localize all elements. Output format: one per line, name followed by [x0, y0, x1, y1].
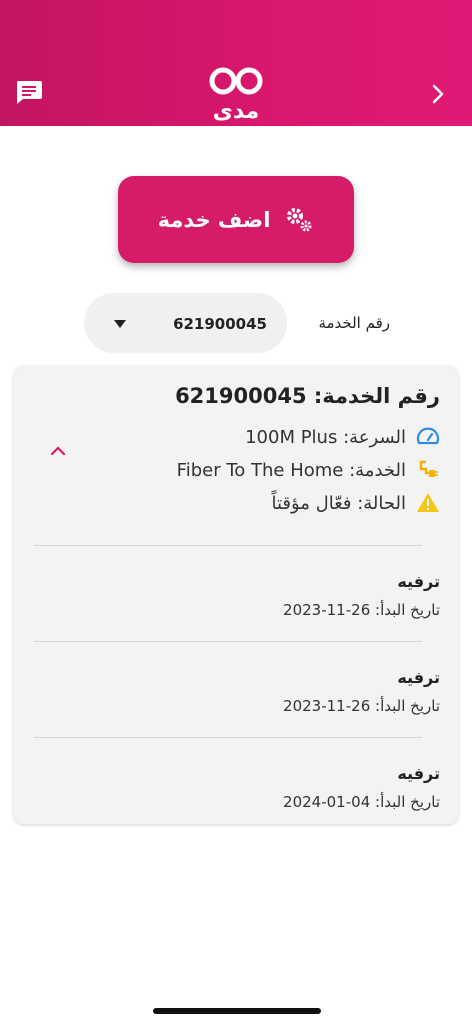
chevron-right-icon[interactable] — [426, 80, 450, 108]
divider — [34, 641, 422, 642]
warning-icon — [417, 493, 439, 512]
plan-item: ترفيه تاريخ البدأ: 04-01-2024 — [140, 764, 440, 811]
service-number-label: رقم الخدمة — [318, 314, 390, 332]
selected-service-number: 621900045 — [173, 315, 267, 333]
service-number-dropdown[interactable]: 621900045 — [84, 293, 287, 353]
app-header: مدى — [0, 0, 472, 126]
speed-text: السرعة: 100M Plus — [245, 426, 406, 448]
speedometer-icon — [416, 427, 440, 445]
plan-item: ترفيه تاريخ البدأ: 26-11-2023 — [140, 668, 440, 715]
plan-name: ترفيه — [397, 572, 440, 591]
add-service-button[interactable]: اضف خدمة — [118, 176, 354, 263]
status-text: الحالة: فعّال مؤقتاً — [271, 492, 406, 514]
service-type-row: الخدمة: Fiber To The Home — [177, 457, 440, 483]
service-card: رقم الخدمة: 621900045 السرعة: 100M Plus … — [14, 366, 458, 824]
plan-item: ترفيه تاريخ البدأ: 26-11-2023 — [140, 572, 440, 619]
service-type-text: الخدمة: Fiber To The Home — [176, 459, 406, 481]
gears-icon — [287, 207, 312, 231]
plug-icon — [419, 460, 438, 477]
home-indicator[interactable] — [153, 1008, 321, 1014]
chat-icon[interactable] — [14, 78, 44, 106]
plan-name: ترفيه — [397, 668, 440, 687]
chevron-up-icon[interactable] — [50, 444, 66, 456]
dropdown-arrow-icon — [114, 320, 126, 328]
card-title: رقم الخدمة: 621900045 — [175, 384, 440, 408]
logo-mark-icon — [209, 67, 263, 95]
plan-name: ترفيه — [397, 764, 440, 783]
logo-text: مدى — [212, 99, 260, 124]
status-row: الحالة: فعّال مؤقتاً — [271, 490, 440, 516]
plan-start-date: تاريخ البدأ: 04-01-2024 — [283, 793, 440, 811]
divider — [34, 737, 422, 738]
divider — [34, 545, 422, 546]
add-service-label: اضف خدمة — [157, 207, 271, 232]
plan-start-date: تاريخ البدأ: 26-11-2023 — [283, 601, 440, 619]
mada-logo: مدى — [202, 64, 270, 124]
speed-row: السرعة: 100M Plus — [245, 424, 440, 450]
plan-start-date: تاريخ البدأ: 26-11-2023 — [283, 697, 440, 715]
